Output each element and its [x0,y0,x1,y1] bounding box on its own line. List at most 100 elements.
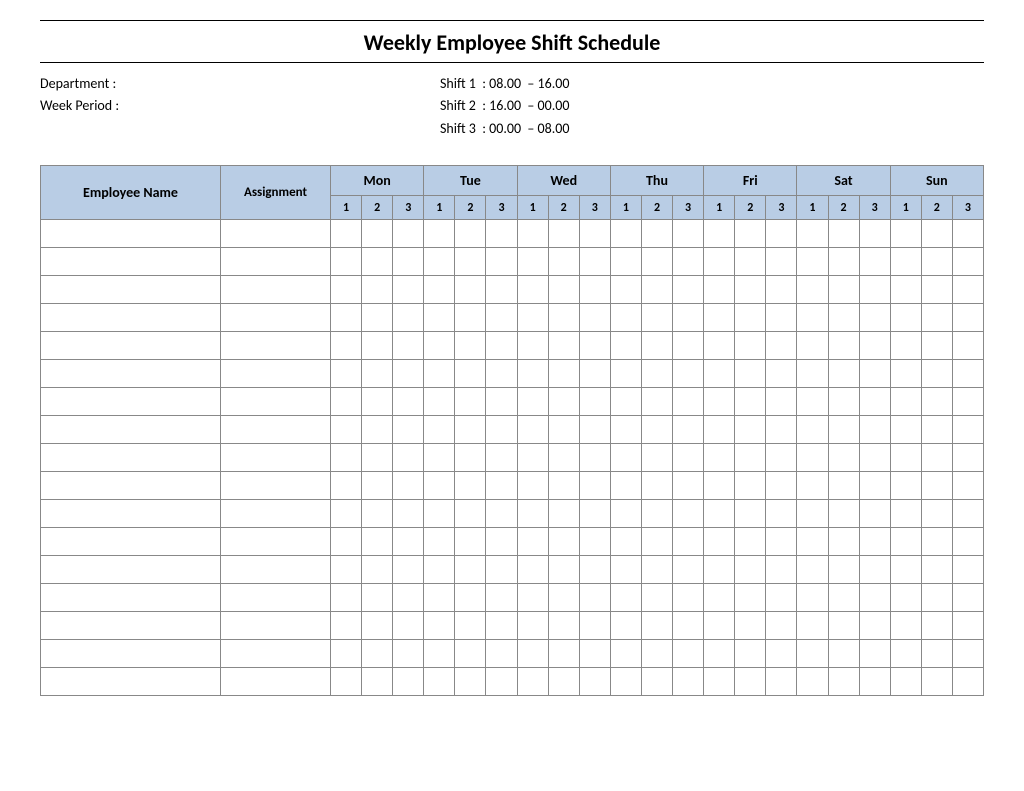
table-row [41,556,984,584]
employee-name-cell [41,500,221,528]
shift-cell [610,220,641,248]
table-row [41,276,984,304]
shift-cell [455,416,486,444]
shift-cell [331,276,362,304]
shift-cell [797,472,828,500]
shift-cell [704,528,735,556]
assignment-cell [221,668,331,696]
header-shift-num: 3 [673,196,704,220]
shift-cell [362,360,393,388]
shift-cell [331,248,362,276]
assignment-cell [221,332,331,360]
shift-cell [952,640,983,668]
shift-cell [455,556,486,584]
shift-cell [548,556,579,584]
shift-cell [424,444,455,472]
assignment-cell [221,220,331,248]
shift-cell [704,612,735,640]
shift-cell [455,388,486,416]
shift-cell [579,584,610,612]
department-label: Department : [40,73,150,95]
table-body [41,220,984,696]
table-row [41,444,984,472]
shift-cell [890,220,921,248]
header-day-fri: Fri [704,166,797,196]
shift-cell [486,304,517,332]
shift-cell [673,528,704,556]
header-shift-num: 3 [579,196,610,220]
employee-name-cell [41,668,221,696]
shift-cell [704,248,735,276]
shift-cell [921,276,952,304]
shift-cell [921,612,952,640]
shift-cell [797,556,828,584]
shift-cell [579,444,610,472]
week-period-label: Week Period : [40,95,150,117]
shift-cell [797,444,828,472]
shift-cell [859,332,890,360]
shift-cell [735,388,766,416]
shift-cell [393,276,424,304]
shift-cell [486,584,517,612]
shift-cell [766,332,797,360]
meta-section: Department : Week Period : Shift 1 : 08.… [40,73,984,140]
shift-cell [859,248,890,276]
shift-cell [393,248,424,276]
shift-cell [952,220,983,248]
shift-cell [610,276,641,304]
shift-cell [424,528,455,556]
shift-cell [735,472,766,500]
shift-cell [579,304,610,332]
shift-cell [828,304,859,332]
shift-cell [331,556,362,584]
shift-cell [859,304,890,332]
shift-cell [828,444,859,472]
header-shift-num: 1 [517,196,548,220]
shift-cell [859,612,890,640]
assignment-cell [221,276,331,304]
shift-cell [517,276,548,304]
shift-cell [890,556,921,584]
employee-name-cell [41,584,221,612]
shift-cell [517,304,548,332]
table-row [41,500,984,528]
shift-cell [952,500,983,528]
shift-cell [424,304,455,332]
shift-cell [704,332,735,360]
shift-cell [921,640,952,668]
shift-cell [797,500,828,528]
shift-cell [548,528,579,556]
shift-cell [797,276,828,304]
shift-cell [673,668,704,696]
shift-cell [424,640,455,668]
shift-cell [610,500,641,528]
header-shift-num: 2 [455,196,486,220]
shift-cell [797,416,828,444]
shift-cell [641,584,672,612]
shift-cell [673,388,704,416]
shift-cell [362,332,393,360]
shift-cell [641,332,672,360]
shift-cell [766,248,797,276]
shift-cell [362,388,393,416]
shift-cell [859,360,890,388]
employee-name-cell [41,556,221,584]
shift-cell [673,248,704,276]
header-shift-num: 1 [704,196,735,220]
shift-cell [673,360,704,388]
shift-cell [673,612,704,640]
shift-cell [641,416,672,444]
shift-cell [517,556,548,584]
shift-cell [828,248,859,276]
shift-cell [921,416,952,444]
shift-cell [424,276,455,304]
shift-cell [673,584,704,612]
shift-cell [952,248,983,276]
shift-cell [362,668,393,696]
header-shift-num: 1 [610,196,641,220]
shift-cell [766,556,797,584]
shift-cell [331,388,362,416]
shift-cell [486,472,517,500]
header-shift-num: 2 [921,196,952,220]
shift-cell [641,388,672,416]
